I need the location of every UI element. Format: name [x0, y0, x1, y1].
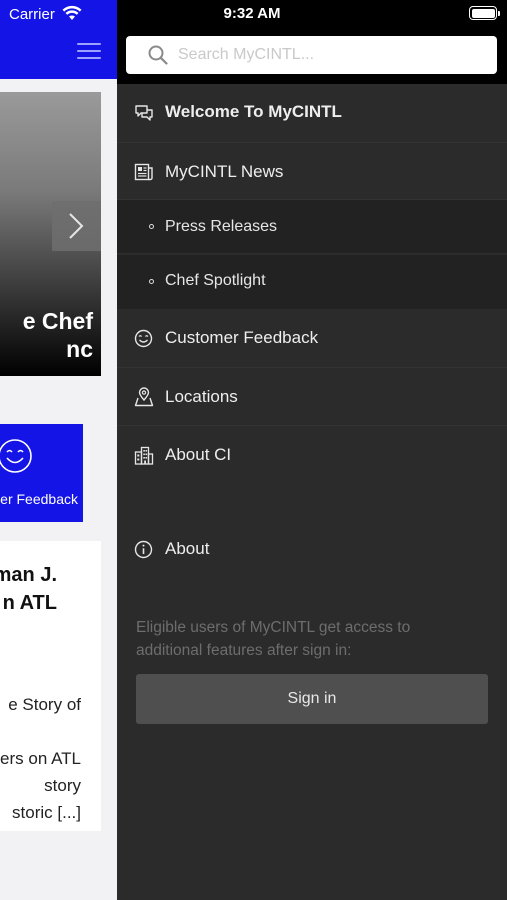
status-time: 9:32 AM — [223, 5, 281, 22]
menu-item-welcome[interactable]: Welcome To MyCINTL — [117, 84, 507, 143]
info-icon — [134, 540, 153, 559]
status-bar: 9:32 AM — [117, 0, 507, 26]
hero-carousel[interactable]: e Chef nc — [0, 92, 101, 376]
menu-item-label: About — [165, 539, 210, 558]
menu-item-label: Welcome To MyCINTL — [165, 102, 342, 121]
chat-bubbles-icon — [135, 105, 153, 121]
customer-feedback-tile[interactable]: er Feedback — [0, 424, 83, 522]
newspaper-icon — [134, 163, 153, 181]
menu-item-news[interactable]: MyCINTL News — [117, 143, 507, 200]
search-input[interactable] — [178, 40, 478, 70]
news-card-excerpt: e Story of ers on ATL story storic [...] — [0, 695, 81, 822]
news-card-title: man J. n ATL — [0, 564, 57, 614]
menu-item-label: About CI — [165, 445, 232, 464]
submenu-item-chef-spotlight[interactable]: Chef Spotlight — [117, 255, 507, 309]
submenu-item-press-releases[interactable]: Press Releases — [117, 200, 507, 254]
menu-item-customer-feedback[interactable]: Customer Feedback — [117, 309, 507, 368]
chevron-right-icon — [69, 213, 84, 239]
carousel-next-button[interactable] — [52, 201, 101, 251]
menu-item-locations[interactable]: Locations — [117, 368, 507, 426]
sign-in-button[interactable]: Sign in — [136, 674, 488, 724]
search-icon — [148, 45, 168, 65]
news-card[interactable]: man J. n ATL e Story of ers on ATL story… — [0, 541, 101, 831]
menu-item-about-ci[interactable]: About CI — [117, 426, 507, 486]
map-pin-icon — [134, 387, 154, 407]
hamburger-menu-icon[interactable] — [77, 42, 101, 60]
search-box[interactable] — [126, 36, 497, 74]
search-bar — [117, 26, 507, 84]
app-header: Carrier — [0, 0, 117, 79]
building-icon — [134, 446, 154, 465]
menu-item-label: MyCINTL News — [165, 162, 284, 181]
submenu-item-label: Press Releases — [165, 218, 278, 235]
underlying-app: Carrier e Chef nc er Feedback man J. n A… — [0, 0, 117, 900]
menu-item-label: Locations — [165, 387, 238, 406]
battery-icon — [469, 6, 500, 20]
hero-title: e Chef nc — [22, 308, 93, 362]
carrier-label: Carrier — [9, 6, 55, 23]
customer-feedback-tile-label: er Feedback — [0, 491, 78, 507]
submenu-item-label: Chef Spotlight — [165, 272, 266, 289]
menu-item-about[interactable]: About — [117, 520, 507, 578]
bullet-icon — [149, 279, 154, 284]
smile-icon — [0, 439, 32, 473]
smile-icon — [134, 329, 153, 348]
menu-item-label: Customer Feedback — [165, 328, 319, 347]
wifi-icon — [62, 5, 82, 20]
signin-hint-text: Eligible users of MyCINTL get access to … — [136, 619, 411, 659]
side-drawer: 9:32 AM Welcome To MyCINTL M — [117, 0, 507, 900]
bullet-icon — [149, 224, 154, 229]
